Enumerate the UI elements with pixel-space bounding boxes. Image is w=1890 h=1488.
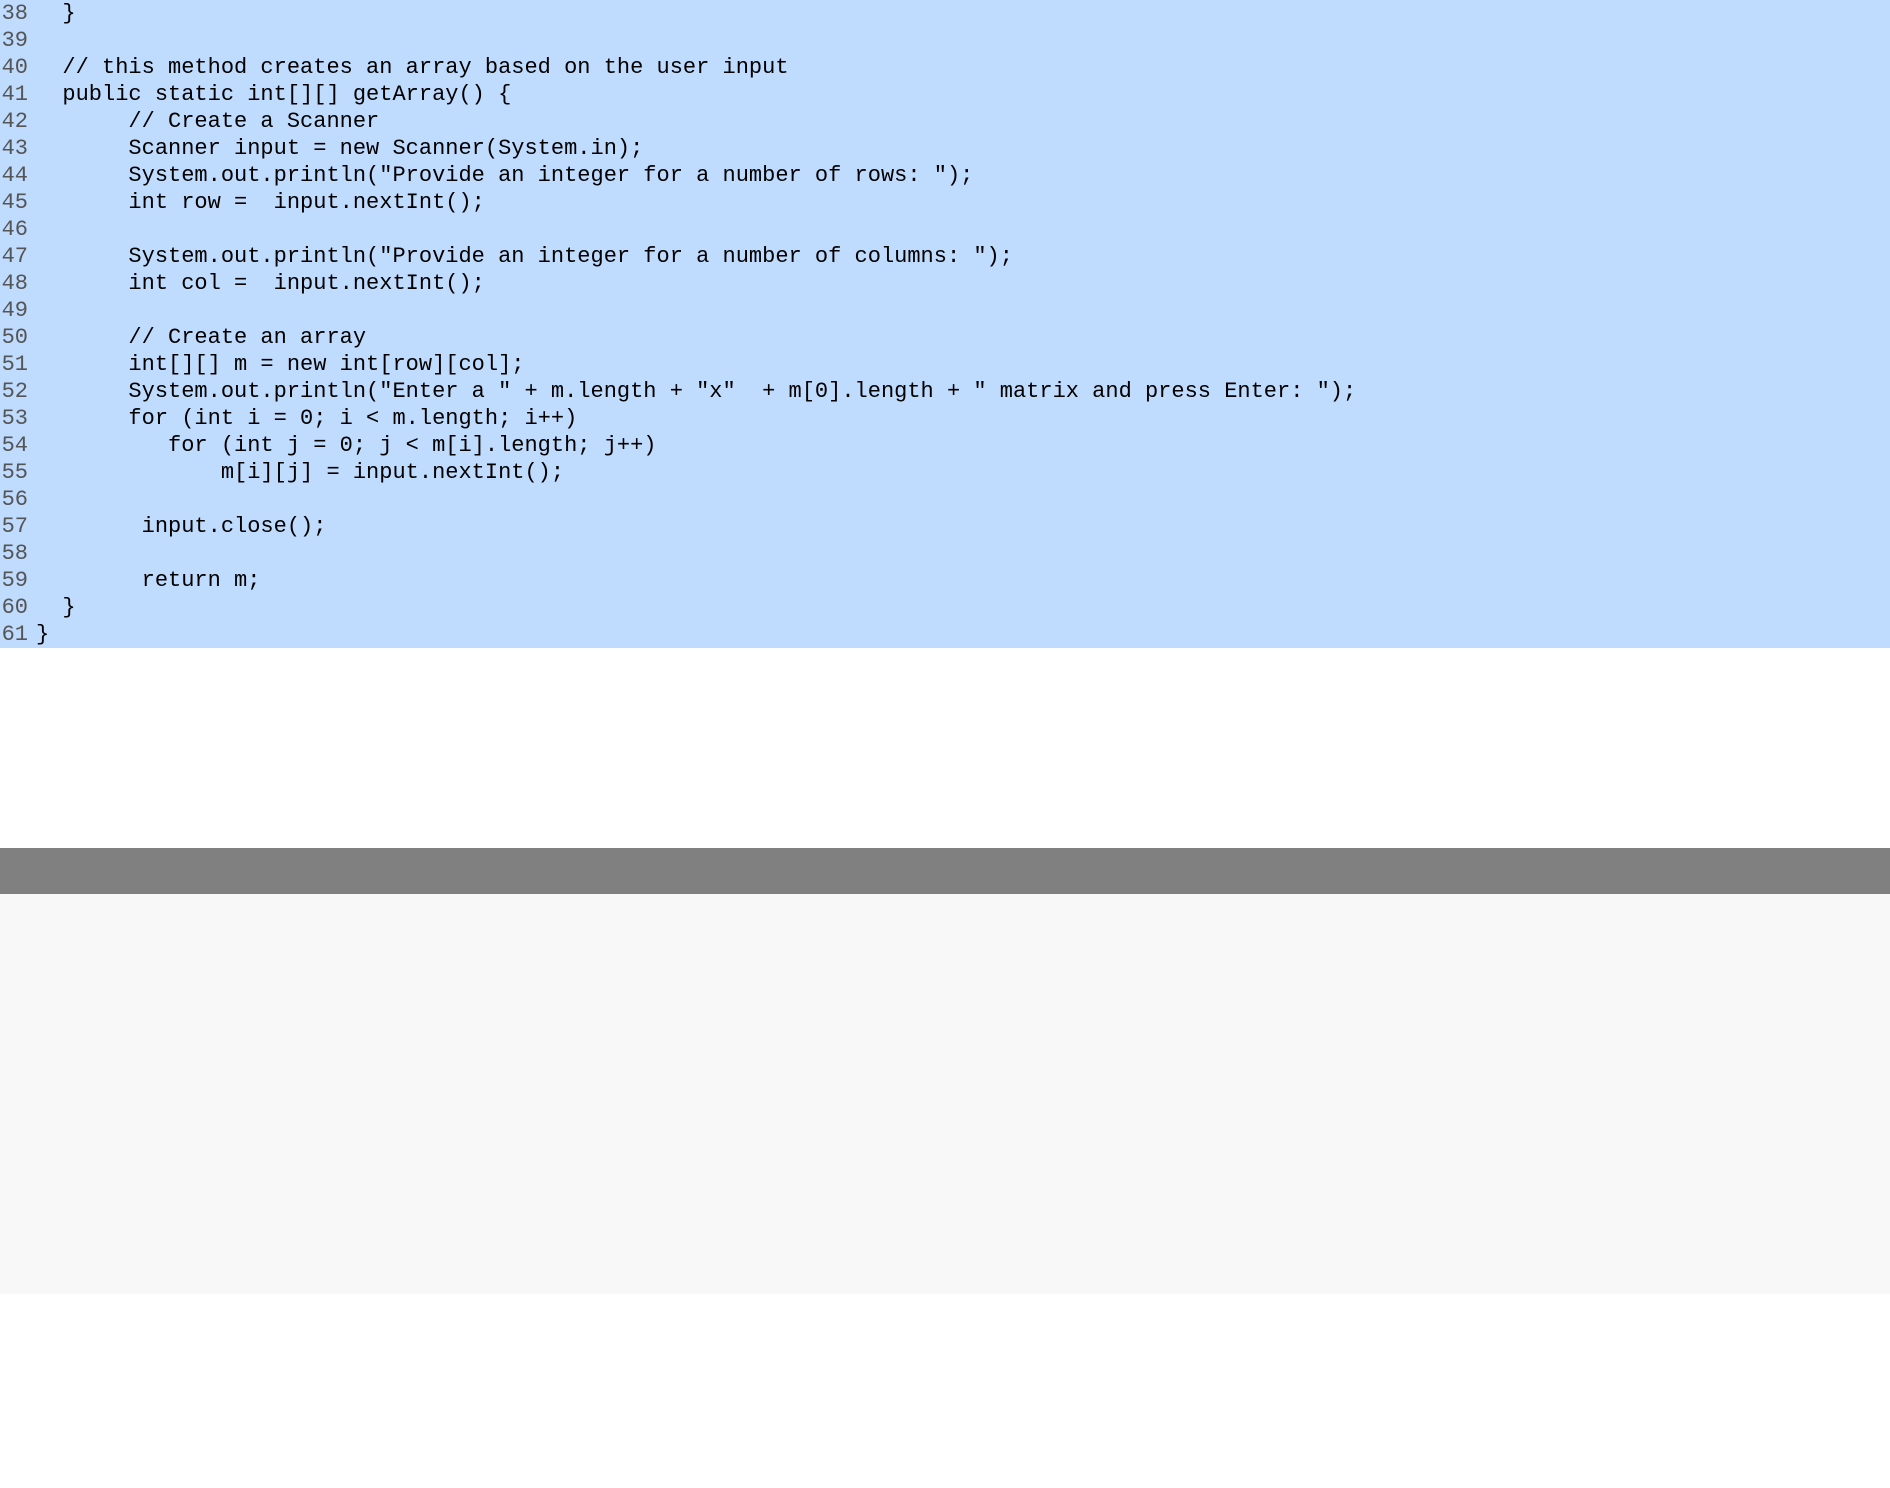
code-line[interactable]: 57 input.close(); (0, 513, 1890, 540)
line-number: 52 (0, 378, 36, 405)
line-content (36, 486, 1890, 513)
code-line[interactable]: 58 (0, 540, 1890, 567)
line-content: System.out.println("Provide an integer f… (36, 162, 1890, 189)
line-number: 46 (0, 216, 36, 243)
line-content: // Create a Scanner (36, 108, 1890, 135)
line-number: 59 (0, 567, 36, 594)
code-line[interactable]: 60 } (0, 594, 1890, 621)
code-line[interactable]: 44 System.out.println("Provide an intege… (0, 162, 1890, 189)
code-line[interactable]: 52 System.out.println("Enter a " + m.len… (0, 378, 1890, 405)
code-line[interactable]: 50 // Create an array (0, 324, 1890, 351)
line-content: public static int[][] getArray() { (36, 81, 1890, 108)
line-number: 51 (0, 351, 36, 378)
line-number: 43 (0, 135, 36, 162)
line-content: System.out.println("Provide an integer f… (36, 243, 1890, 270)
code-line[interactable]: 54 for (int j = 0; j < m[i].length; j++) (0, 432, 1890, 459)
code-line[interactable]: 48 int col = input.nextInt(); (0, 270, 1890, 297)
line-number: 47 (0, 243, 36, 270)
editor-blank-area (0, 648, 1890, 848)
line-content: } (36, 0, 1890, 27)
line-number: 44 (0, 162, 36, 189)
code-line[interactable]: 39 (0, 27, 1890, 54)
code-line[interactable]: 46 (0, 216, 1890, 243)
code-line[interactable]: 51 int[][] m = new int[row][col]; (0, 351, 1890, 378)
line-content (36, 27, 1890, 54)
line-number: 54 (0, 432, 36, 459)
code-line[interactable]: 38 } (0, 0, 1890, 27)
line-content: } (36, 594, 1890, 621)
code-line[interactable]: 56 (0, 486, 1890, 513)
line-content: int row = input.nextInt(); (36, 189, 1890, 216)
line-content: System.out.println("Enter a " + m.length… (36, 378, 1890, 405)
line-number: 53 (0, 405, 36, 432)
code-editor[interactable]: 38 } 39 40 // this method creates an arr… (0, 0, 1890, 648)
line-number: 50 (0, 324, 36, 351)
line-content (36, 216, 1890, 243)
line-content: return m; (36, 567, 1890, 594)
line-number: 40 (0, 54, 36, 81)
code-line[interactable]: 49 (0, 297, 1890, 324)
line-content: // Create an array (36, 324, 1890, 351)
line-number: 58 (0, 540, 36, 567)
line-number: 41 (0, 81, 36, 108)
line-content: Scanner input = new Scanner(System.in); (36, 135, 1890, 162)
line-number: 55 (0, 459, 36, 486)
line-number: 45 (0, 189, 36, 216)
code-line[interactable]: 41 public static int[][] getArray() { (0, 81, 1890, 108)
line-number: 42 (0, 108, 36, 135)
line-content (36, 297, 1890, 324)
bottom-panel (0, 894, 1890, 1294)
line-number: 49 (0, 297, 36, 324)
code-line[interactable]: 59 return m; (0, 567, 1890, 594)
code-line[interactable]: 45 int row = input.nextInt(); (0, 189, 1890, 216)
line-content: for (int j = 0; j < m[i].length; j++) (36, 432, 1890, 459)
code-line[interactable]: 61 } (0, 621, 1890, 648)
code-line[interactable]: 53 for (int i = 0; i < m.length; i++) (0, 405, 1890, 432)
line-number: 38 (0, 0, 36, 27)
code-line[interactable]: 43 Scanner input = new Scanner(System.in… (0, 135, 1890, 162)
code-line[interactable]: 47 System.out.println("Provide an intege… (0, 243, 1890, 270)
line-number: 39 (0, 27, 36, 54)
code-line[interactable]: 42 // Create a Scanner (0, 108, 1890, 135)
line-content: int col = input.nextInt(); (36, 270, 1890, 297)
line-number: 60 (0, 594, 36, 621)
code-line[interactable]: 55 m[i][j] = input.nextInt(); (0, 459, 1890, 486)
line-content: for (int i = 0; i < m.length; i++) (36, 405, 1890, 432)
code-line[interactable]: 40 // this method creates an array based… (0, 54, 1890, 81)
line-content: int[][] m = new int[row][col]; (36, 351, 1890, 378)
line-content: input.close(); (36, 513, 1890, 540)
line-content: } (36, 621, 1890, 648)
panel-divider-bar[interactable] (0, 848, 1890, 894)
line-number: 48 (0, 270, 36, 297)
line-number: 56 (0, 486, 36, 513)
line-number: 57 (0, 513, 36, 540)
line-content: m[i][j] = input.nextInt(); (36, 459, 1890, 486)
line-content (36, 540, 1890, 567)
line-number: 61 (0, 621, 36, 648)
line-content: // this method creates an array based on… (36, 54, 1890, 81)
